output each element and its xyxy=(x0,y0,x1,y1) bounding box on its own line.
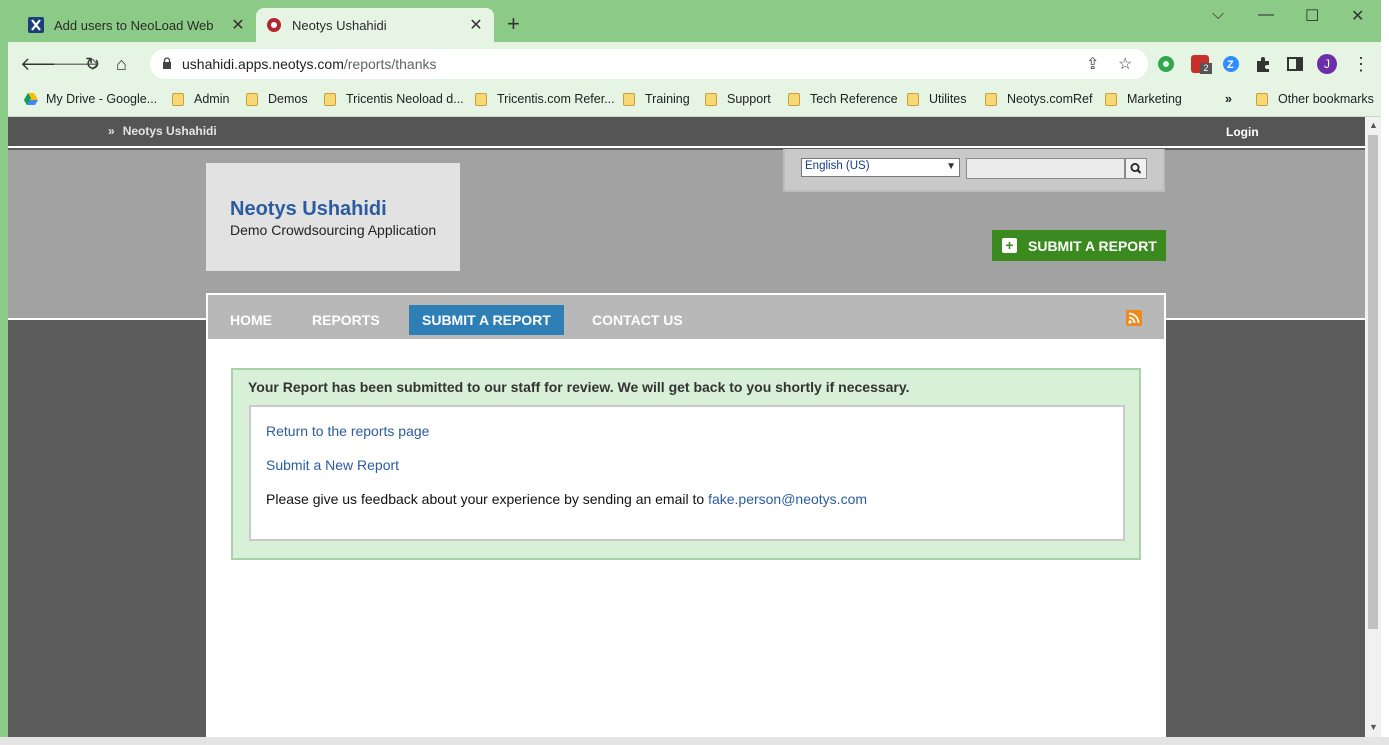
confirmation-body: Return to the reports page Submit a New … xyxy=(249,405,1125,541)
breadcrumb-arrow: » xyxy=(108,124,115,138)
search-input[interactable] xyxy=(966,158,1125,179)
submit-new-report-link[interactable]: Submit a New Report xyxy=(266,457,399,473)
bookmark-support[interactable]: Support xyxy=(705,92,771,106)
tab-neotys-ushahidi[interactable]: Neotys Ushahidi ✕ xyxy=(256,8,494,42)
login-link[interactable]: Login xyxy=(1226,125,1259,139)
browser-toolbar: 🡐 🡒 ↻ ⌂ ushahidi.apps.neotys.com/reports… xyxy=(0,42,1381,86)
close-tab-icon[interactable]: ✕ xyxy=(228,15,248,35)
folder-icon xyxy=(1256,92,1268,106)
bookmark-tech-reference[interactable]: Tech Reference xyxy=(788,92,898,106)
search-area: English (US) ▼ xyxy=(783,149,1165,192)
scroll-down-icon[interactable]: ▼ xyxy=(1369,722,1378,732)
maximize-button[interactable]: ☐ xyxy=(1305,6,1319,26)
folder-icon xyxy=(172,92,184,106)
reload-button[interactable]: ↻ xyxy=(85,52,100,76)
confirmation-heading: Your Report has been submitted to our st… xyxy=(248,379,910,395)
folder-icon xyxy=(705,92,717,106)
close-tab-icon[interactable]: ✕ xyxy=(466,15,486,35)
side-panel-icon[interactable] xyxy=(1286,55,1304,73)
submit-report-button[interactable]: + SUBMIT A REPORT xyxy=(992,230,1166,261)
main-nav: HOME REPORTS SUBMIT A REPORT CONTACT US xyxy=(208,295,1164,339)
bookmarks-overflow-button[interactable]: » xyxy=(1225,92,1232,106)
calendar-extension-icon[interactable]: 2 xyxy=(1191,55,1212,74)
extension-badge: 2 xyxy=(1200,63,1212,74)
tricentis-icon xyxy=(28,17,44,33)
address-bar[interactable]: ushahidi.apps.neotys.com/reports/thanks … xyxy=(150,49,1148,79)
rss-feed-icon[interactable] xyxy=(1126,310,1142,326)
nav-submit-report[interactable]: SUBMIT A REPORT xyxy=(409,305,564,335)
background-window-edge xyxy=(1381,0,1389,745)
main-content: HOME REPORTS SUBMIT A REPORT CONTACT US … xyxy=(206,293,1166,737)
bookmark-my-drive[interactable]: My Drive - Google... xyxy=(24,92,157,106)
bookmark-tricentis-neoload[interactable]: Tricentis Neoload d... xyxy=(324,92,464,106)
feedback-email-link[interactable]: fake.person@neotys.com xyxy=(708,491,867,507)
svg-text:Z: Z xyxy=(1227,59,1234,71)
scrollbar-thumb[interactable] xyxy=(1368,135,1378,629)
zoom-extension-icon[interactable]: Z xyxy=(1222,55,1240,73)
folder-icon xyxy=(475,92,487,106)
bookmark-admin[interactable]: Admin xyxy=(172,92,229,106)
bookmarks-bar: My Drive - Google... Admin Demos Tricent… xyxy=(0,86,1381,117)
close-window-button[interactable]: ✕ xyxy=(1351,6,1364,26)
new-tab-button[interactable]: + xyxy=(507,13,520,35)
bookmark-training[interactable]: Training xyxy=(623,92,690,106)
google-drive-icon xyxy=(24,93,38,105)
confirmation-message: Your Report has been submitted to our st… xyxy=(231,368,1141,560)
bookmark-utilites[interactable]: Utilites xyxy=(907,92,967,106)
evernote-extension-icon[interactable] xyxy=(1157,55,1175,73)
profile-avatar[interactable]: J xyxy=(1317,54,1337,74)
url-text: ushahidi.apps.neotys.com/reports/thanks xyxy=(182,56,437,72)
folder-icon xyxy=(623,92,635,106)
folder-icon xyxy=(985,92,997,106)
window-border xyxy=(0,0,8,745)
tab-search-icon[interactable]: ⌵ xyxy=(1212,6,1224,24)
browser-chrome: Add users to NeoLoad Web ✕ Neotys Ushahi… xyxy=(0,0,1381,117)
language-select[interactable]: English (US) ▼ xyxy=(801,158,960,177)
lock-icon xyxy=(163,57,171,69)
nav-home[interactable]: HOME xyxy=(217,305,285,335)
folder-icon xyxy=(246,92,258,106)
minimize-button[interactable]: — xyxy=(1258,6,1274,24)
share-icon[interactable]: ⇪ xyxy=(1086,54,1099,74)
folder-icon xyxy=(324,92,336,106)
site-top-bar: » Neotys Ushahidi Login xyxy=(8,117,1365,148)
tab-strip: Add users to NeoLoad Web ✕ Neotys Ushahi… xyxy=(0,0,1381,42)
chrome-menu-icon[interactable]: ⋮ xyxy=(1352,52,1370,76)
bookmark-marketing[interactable]: Marketing xyxy=(1105,92,1182,106)
site-name: Neotys Ushahidi xyxy=(230,198,387,220)
bookmark-neotys-ref[interactable]: Neotys.comRef xyxy=(985,92,1092,106)
return-to-reports-link[interactable]: Return to the reports page xyxy=(266,423,429,439)
folder-icon xyxy=(907,92,919,106)
site-tagline: Demo Crowdsourcing Application xyxy=(230,222,437,238)
tab-neoload-web[interactable]: Add users to NeoLoad Web ✕ xyxy=(18,8,256,42)
feedback-text: Please give us feedback about your exper… xyxy=(266,491,868,507)
scroll-up-icon[interactable]: ▲ xyxy=(1369,120,1378,130)
breadcrumb[interactable]: » Neotys Ushahidi xyxy=(108,124,217,138)
nav-reports[interactable]: REPORTS xyxy=(299,305,393,335)
search-button[interactable] xyxy=(1125,158,1147,179)
page-scrollbar[interactable]: ▲ ▼ xyxy=(1365,117,1381,737)
ushahidi-favicon-icon xyxy=(266,17,282,33)
site-logo[interactable]: Neotys Ushahidi Demo Crowdsourcing Appli… xyxy=(206,163,460,271)
extensions-puzzle-icon[interactable] xyxy=(1254,55,1272,73)
bookmark-star-icon[interactable]: ☆ xyxy=(1118,54,1132,74)
tab-title: Neotys Ushahidi xyxy=(292,17,387,33)
plus-icon: + xyxy=(1002,238,1017,253)
folder-icon xyxy=(788,92,800,106)
background-window-edge xyxy=(0,737,1389,745)
bookmark-tricentis-ref[interactable]: Tricentis.com Refer... xyxy=(475,92,615,106)
tab-title: Add users to NeoLoad Web xyxy=(54,17,214,33)
nav-contact-us[interactable]: CONTACT US xyxy=(579,305,696,335)
bookmark-demos[interactable]: Demos xyxy=(246,92,308,106)
other-bookmarks[interactable]: Other bookmarks xyxy=(1256,92,1374,106)
folder-icon xyxy=(1105,92,1117,106)
web-page: » Neotys Ushahidi Login Neotys Ushahidi D… xyxy=(8,117,1365,737)
search-icon xyxy=(1130,163,1142,174)
chevron-down-icon: ▼ xyxy=(946,161,956,172)
home-button[interactable]: ⌂ xyxy=(116,52,127,76)
